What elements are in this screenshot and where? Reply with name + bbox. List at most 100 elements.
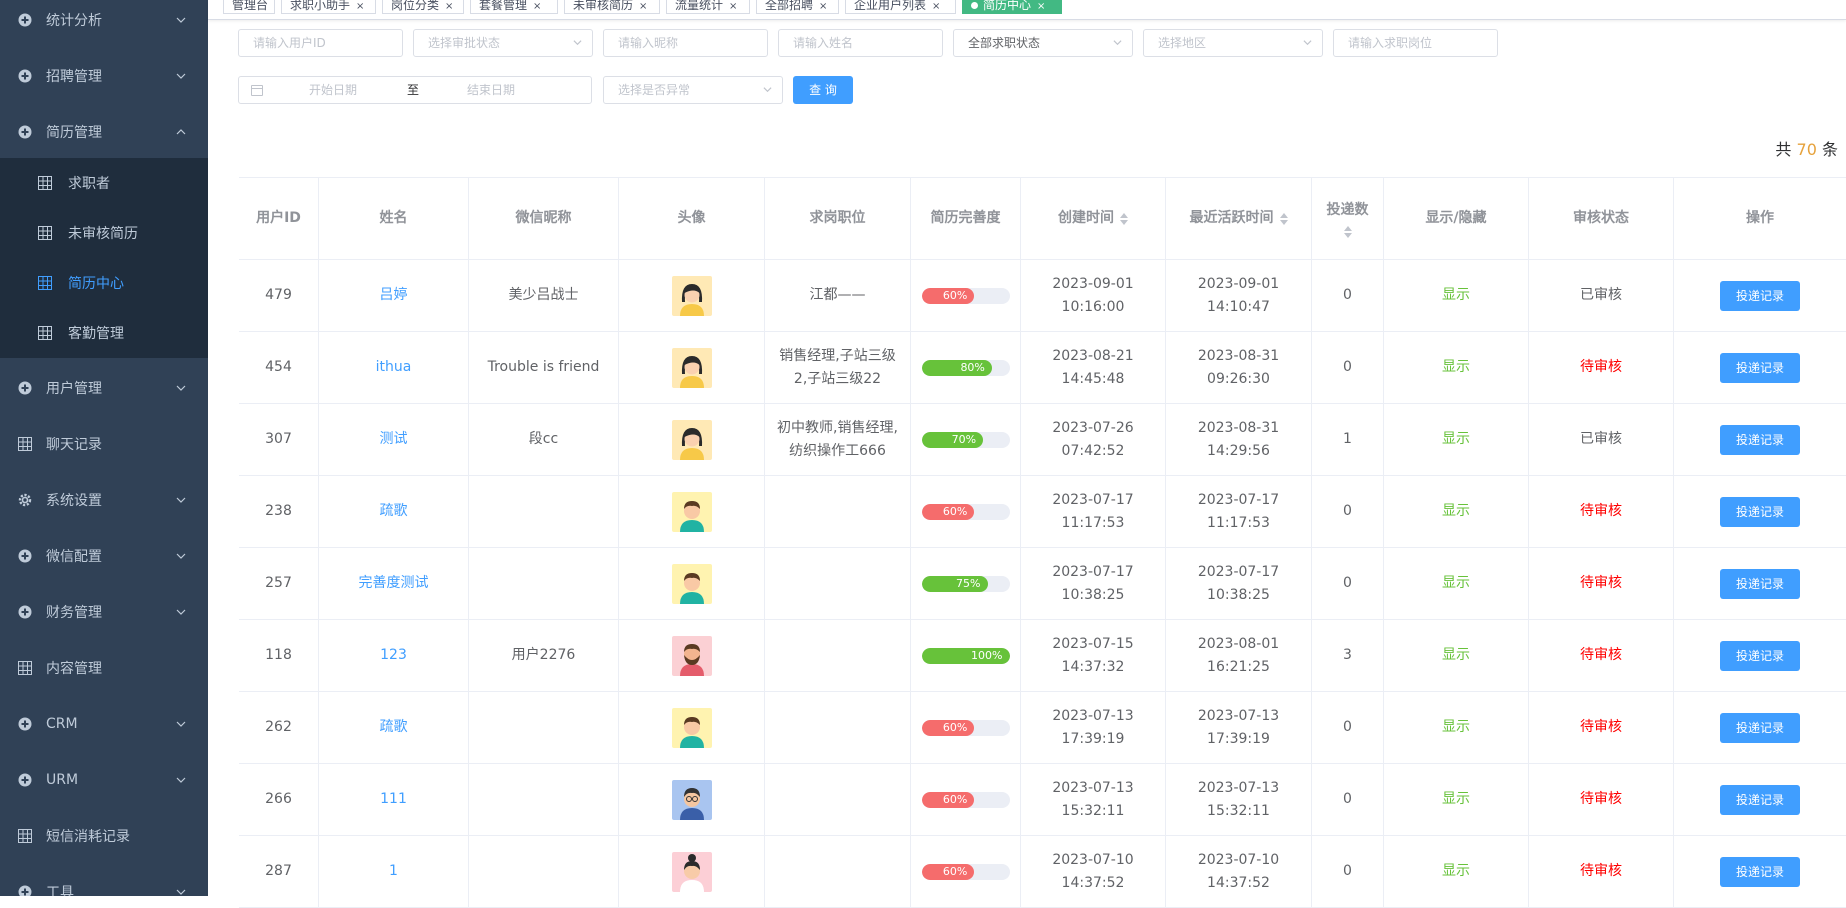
- start-date-placeholder[interactable]: 开始日期: [309, 77, 357, 103]
- date-range-picker[interactable]: 开始日期 至 结束日期: [238, 76, 592, 104]
- tag-2[interactable]: 岗位分类 ×: [382, 0, 464, 14]
- tag-0[interactable]: 管理台: [223, 0, 275, 14]
- header-cell[interactable]: 最近活跃时间: [1166, 178, 1312, 259]
- delivery-record-button[interactable]: 投递记录: [1720, 712, 1800, 743]
- header-cell[interactable]: 投递数: [1312, 178, 1384, 259]
- tag-3[interactable]: 套餐管理 ×: [470, 0, 558, 14]
- close-icon[interactable]: ×: [819, 1, 827, 12]
- abnormal-select[interactable]: 选择是否异常: [603, 76, 783, 104]
- visibility-toggle[interactable]: 显示: [1442, 860, 1470, 883]
- sidebar-item-10[interactable]: URM: [0, 752, 208, 808]
- user-name-link[interactable]: ithua: [376, 356, 412, 379]
- table-cell: 投递记录: [1674, 620, 1846, 691]
- close-icon[interactable]: ×: [729, 1, 737, 12]
- sort-icon[interactable]: [1343, 226, 1352, 238]
- sidebar-item-4[interactable]: 聊天记录: [0, 416, 208, 472]
- nickname-input[interactable]: 请输入昵称: [603, 29, 768, 57]
- close-icon[interactable]: ×: [356, 1, 364, 12]
- name-input[interactable]: 请输入姓名: [778, 29, 943, 57]
- table-cell: 测试: [319, 404, 469, 475]
- audit-status-placeholder: 选择审批状态: [428, 36, 501, 50]
- progress-label: 60%: [942, 792, 968, 806]
- tag-1[interactable]: 求职小助手 ×: [281, 0, 376, 14]
- table-cell: 479: [239, 260, 319, 331]
- user-name-link[interactable]: 123: [380, 644, 407, 667]
- sidebar-item-0[interactable]: 统计分析: [0, 0, 208, 48]
- sidebar-item-11[interactable]: 短信消耗记录: [0, 808, 208, 864]
- job-title-input[interactable]: 请输入求职岗位: [1333, 29, 1498, 57]
- visibility-toggle[interactable]: 显示: [1442, 716, 1470, 739]
- sidebar-item-8[interactable]: 内容管理: [0, 640, 208, 696]
- tag-6[interactable]: 全部招聘 ×: [756, 0, 839, 14]
- user-name-link[interactable]: 疏歌: [380, 500, 408, 523]
- sidebar-item-6[interactable]: 微信配置: [0, 528, 208, 584]
- tag-8[interactable]: 简历中心 ×: [962, 0, 1062, 14]
- delivery-record-button[interactable]: 投递记录: [1720, 568, 1800, 599]
- created-date: 2023-07-17: [1052, 563, 1134, 580]
- end-date-placeholder[interactable]: 结束日期: [467, 77, 515, 103]
- delivery-record-button[interactable]: 投递记录: [1720, 856, 1800, 887]
- chevron-down-icon: [1303, 40, 1312, 46]
- sort-icon[interactable]: [1120, 212, 1128, 225]
- sidebar-item-12[interactable]: 工具: [0, 864, 208, 896]
- sidebar-item-7[interactable]: 财务管理: [0, 584, 208, 640]
- avatar: [671, 275, 712, 316]
- close-icon[interactable]: ×: [932, 1, 940, 12]
- active-time: 14:37:52: [1207, 874, 1270, 891]
- table-cell: 显示: [1384, 836, 1529, 907]
- close-icon[interactable]: ×: [1037, 1, 1045, 12]
- delivery-record-button[interactable]: 投递记录: [1720, 496, 1800, 527]
- close-icon[interactable]: ×: [639, 1, 647, 12]
- close-icon[interactable]: ×: [445, 1, 453, 12]
- submenu-item-2[interactable]: 简历中心: [0, 258, 208, 308]
- active-time: 17:39:19: [1207, 730, 1270, 747]
- user-name-link[interactable]: 111: [380, 788, 407, 811]
- sidebar-item-9[interactable]: CRM: [0, 696, 208, 752]
- delivery-record-button[interactable]: 投递记录: [1720, 784, 1800, 815]
- job-status-select[interactable]: 全部求职状态: [953, 29, 1133, 57]
- visibility-toggle[interactable]: 显示: [1442, 428, 1470, 451]
- user-name-link[interactable]: 完善度测试: [359, 572, 429, 595]
- delivery-record-button[interactable]: 投递记录: [1720, 640, 1800, 671]
- active-time: 09:26:30: [1207, 370, 1270, 387]
- region-select[interactable]: 选择地区: [1143, 29, 1323, 57]
- delivery-record-button[interactable]: 投递记录: [1720, 280, 1800, 311]
- sidebar-item-3[interactable]: 用户管理: [0, 360, 208, 416]
- user-name-link[interactable]: 吕婷: [380, 284, 408, 307]
- query-button[interactable]: 查 询: [793, 76, 853, 104]
- active-date: 2023-08-31: [1197, 347, 1280, 364]
- created-date: 2023-07-15: [1052, 635, 1134, 652]
- sidebar-item-2[interactable]: 简历管理: [0, 104, 208, 160]
- table-cell: 显示: [1384, 404, 1529, 475]
- active-date: 2023-07-13: [1197, 707, 1280, 724]
- user-name-link[interactable]: 1: [389, 860, 398, 883]
- submenu-item-1[interactable]: 未审核简历: [0, 208, 208, 258]
- delivery-record-button[interactable]: 投递记录: [1720, 424, 1800, 455]
- visibility-toggle[interactable]: 显示: [1442, 356, 1470, 379]
- table-cell: 0: [1312, 836, 1384, 907]
- close-icon[interactable]: ×: [533, 1, 541, 12]
- active-date: 2023-07-10: [1197, 851, 1280, 868]
- delivery-record-button[interactable]: 投递记录: [1720, 352, 1800, 383]
- table-cell: 美少吕战士: [469, 260, 619, 331]
- visibility-toggle[interactable]: 显示: [1442, 644, 1470, 667]
- delivery-count: 3: [1343, 647, 1352, 663]
- visibility-toggle[interactable]: 显示: [1442, 500, 1470, 523]
- header-cell[interactable]: 创建时间: [1021, 178, 1166, 259]
- tag-7[interactable]: 企业用户列表 ×: [845, 0, 956, 14]
- submenu-item-0[interactable]: 求职者: [0, 158, 208, 208]
- user-id-input[interactable]: 请输入用户ID: [238, 29, 403, 57]
- user-name-link[interactable]: 测试: [380, 428, 408, 451]
- sidebar-item-5[interactable]: 系统设置: [0, 472, 208, 528]
- user-name-link[interactable]: 疏歌: [380, 716, 408, 739]
- visibility-toggle[interactable]: 显示: [1442, 788, 1470, 811]
- delivery-count: 0: [1343, 719, 1352, 735]
- tag-4[interactable]: 未审核简历 ×: [564, 0, 660, 14]
- audit-status-select[interactable]: 选择审批状态: [413, 29, 593, 57]
- visibility-toggle[interactable]: 显示: [1442, 572, 1470, 595]
- tag-5[interactable]: 流量统计 ×: [666, 0, 750, 14]
- sidebar-item-1[interactable]: 招聘管理: [0, 48, 208, 104]
- submenu-item-3[interactable]: 客勤管理: [0, 308, 208, 358]
- sort-icon[interactable]: [1279, 212, 1288, 225]
- visibility-toggle[interactable]: 显示: [1442, 284, 1470, 307]
